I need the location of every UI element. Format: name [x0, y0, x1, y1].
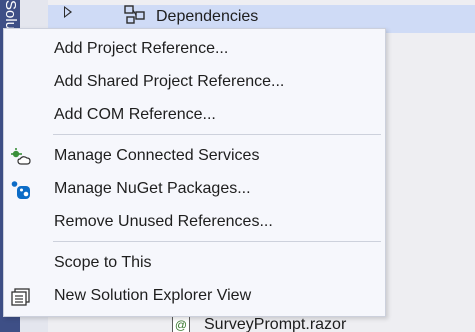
- screen: Solution Explorer Dependencies @ SurveyP…: [0, 0, 475, 332]
- menu-item-label: Manage NuGet Packages...: [54, 180, 251, 197]
- menu-item-scope-to-this[interactable]: Scope to This: [4, 247, 385, 280]
- dependencies-label[interactable]: Dependencies: [156, 8, 258, 26]
- menu-item-label: New Solution Explorer View: [54, 287, 252, 304]
- menu-separator: [53, 134, 381, 135]
- nuget-icon: [10, 179, 32, 201]
- menu-item-add-shared-project-reference[interactable]: Add Shared Project Reference...: [4, 66, 385, 99]
- menu-item-label: Scope to This: [54, 254, 152, 271]
- expand-arrow-icon[interactable]: [64, 6, 72, 18]
- new-view-icon: [10, 286, 32, 308]
- menu-item-new-solution-explorer-view[interactable]: New Solution Explorer View: [4, 280, 385, 313]
- menu-item-add-project-reference[interactable]: Add Project Reference...: [4, 33, 385, 66]
- menu-item-remove-unused-references[interactable]: Remove Unused References...: [4, 206, 385, 239]
- menu-item-add-com-reference[interactable]: Add COM Reference...: [4, 99, 385, 132]
- menu-item-manage-connected-services[interactable]: Manage Connected Services: [4, 140, 385, 173]
- razor-file-icon: @: [172, 316, 190, 332]
- menu-item-label: Manage Connected Services: [54, 147, 260, 164]
- connected-services-icon: [10, 146, 32, 168]
- survey-prompt-file-label[interactable]: SurveyPrompt.razor: [204, 316, 346, 332]
- dependencies-icon: [124, 5, 148, 30]
- menu-separator: [53, 241, 381, 242]
- menu-item-label: Remove Unused References...: [54, 213, 273, 230]
- context-menu: Add Project Reference... Add Shared Proj…: [3, 28, 386, 317]
- menu-item-label: Add Shared Project Reference...: [54, 73, 285, 90]
- menu-item-manage-nuget-packages[interactable]: Manage NuGet Packages...: [4, 173, 385, 206]
- menu-item-label: Add Project Reference...: [54, 40, 229, 57]
- menu-item-label: Add COM Reference...: [54, 106, 216, 123]
